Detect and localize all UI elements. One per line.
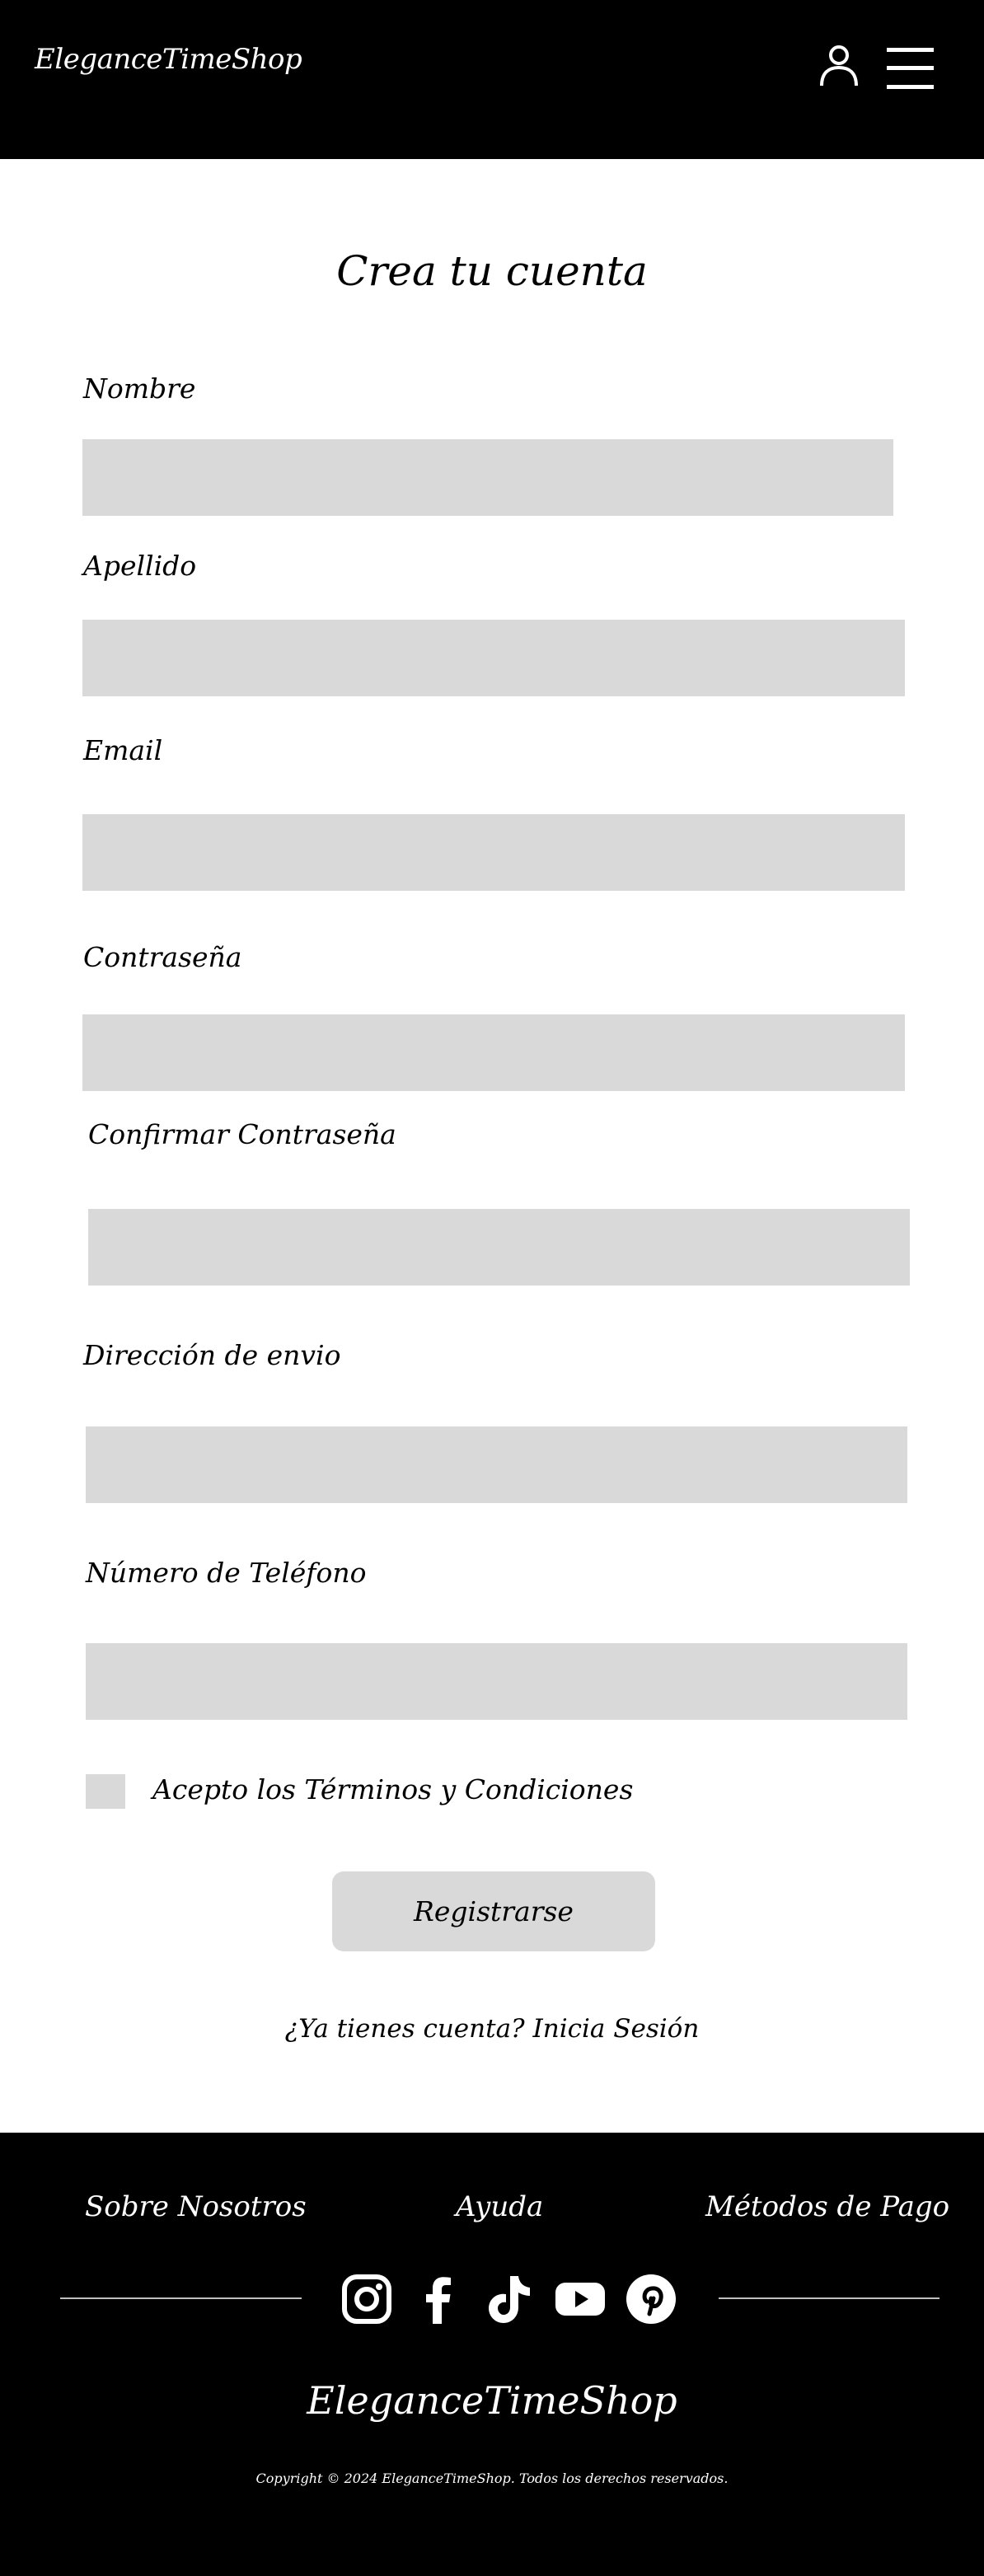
direccion-input[interactable] (86, 1426, 907, 1503)
copyright-text: Copyright © 2024 EleganceTimeShop. Todos… (255, 2471, 729, 2486)
contrasena-label: Contraseña (83, 941, 242, 973)
footer-link-help[interactable]: Ayuda (456, 2190, 543, 2223)
nombre-label: Nombre (83, 372, 196, 405)
terms-checkbox[interactable] (86, 1774, 125, 1809)
apellido-label: Apellido (83, 550, 197, 582)
youtube-icon[interactable] (554, 2273, 607, 2325)
brand-logo[interactable]: EleganceTimeShop (35, 43, 302, 76)
login-link[interactable]: ¿Ya tienes cuenta? Inicia Sesión (0, 2014, 984, 2044)
email-input[interactable] (82, 814, 905, 891)
telefono-input[interactable] (86, 1643, 907, 1720)
pinterest-icon[interactable] (625, 2273, 677, 2325)
terms-label: Acepto los Términos y Condiciones (152, 1773, 634, 1806)
tiktok-icon[interactable] (482, 2273, 535, 2325)
instagram-icon[interactable] (340, 2273, 393, 2325)
telefono-label: Número de Teléfono (86, 1557, 367, 1589)
apellido-input[interactable] (82, 620, 905, 696)
confirmar-input[interactable] (88, 1209, 910, 1286)
direccion-label: Dirección de envio (83, 1339, 341, 1371)
user-icon[interactable] (819, 44, 859, 87)
footer-brand: EleganceTimeShop (307, 2378, 677, 2423)
menu-icon[interactable] (887, 48, 934, 89)
register-button[interactable]: Registrarse (332, 1871, 655, 1951)
facebook-icon[interactable] (412, 2273, 465, 2325)
footer-divider-left (60, 2297, 302, 2299)
footer-link-about[interactable]: Sobre Nosotros (85, 2190, 307, 2223)
site-footer: Sobre Nosotros Ayuda Métodos de Pago Ele… (0, 2133, 984, 2576)
footer-divider-right (719, 2297, 939, 2299)
page-title: Crea tu cuenta (336, 247, 648, 295)
nombre-input[interactable] (82, 439, 893, 516)
confirmar-label: Confirmar Contraseña (88, 1118, 396, 1150)
site-header: EleganceTimeShop (0, 0, 984, 159)
contrasena-input[interactable] (82, 1014, 905, 1091)
footer-link-payment[interactable]: Métodos de Pago (705, 2190, 949, 2223)
email-label: Email (83, 734, 163, 766)
